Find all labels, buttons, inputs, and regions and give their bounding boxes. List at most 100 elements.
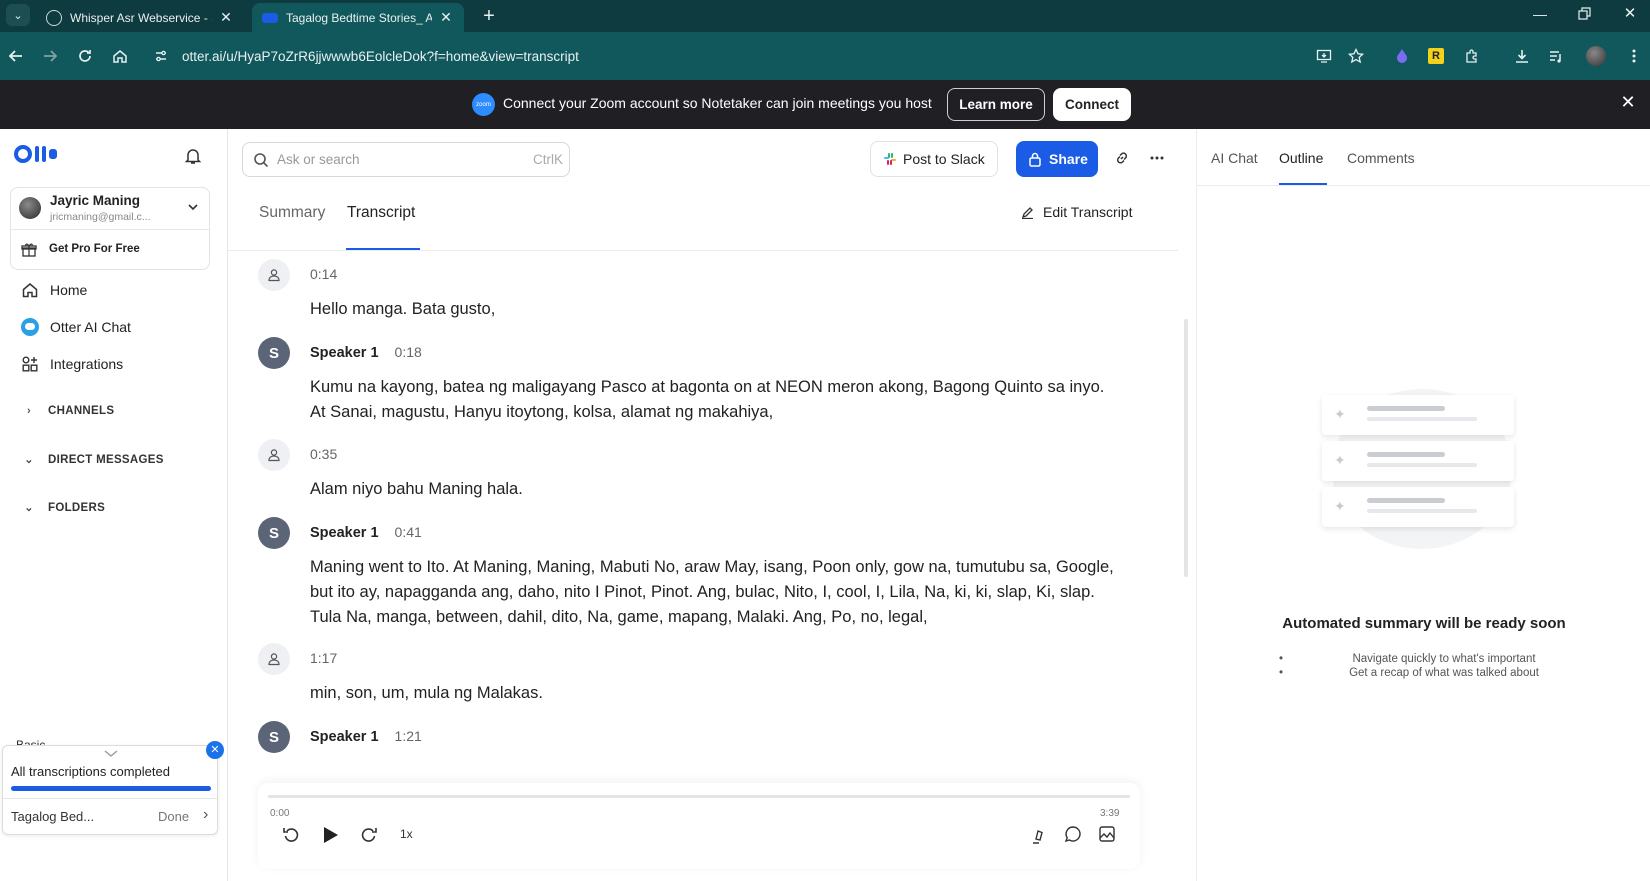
rewind-button[interactable] bbox=[282, 825, 302, 845]
empty-state-title: Automated summary will be ready soon bbox=[1282, 615, 1566, 632]
outline-placeholder-illustration: ✦ ✦ ✦ bbox=[1197, 129, 1650, 729]
chevron-down-icon: ⌄ bbox=[24, 502, 34, 514]
status-progress-bar bbox=[11, 786, 211, 791]
segment-text[interactable]: Maning went to Ito. At Maning, Maning, M… bbox=[310, 555, 1120, 630]
empty-state-bullets: • Navigate quickly to what's important • G… bbox=[1279, 653, 1569, 679]
tab-summary[interactable]: Summary bbox=[259, 204, 325, 222]
search-placeholder: Ask or search bbox=[277, 152, 360, 167]
banner-text: Connect your Zoom account so Notetaker c… bbox=[503, 95, 932, 111]
close-tab-icon[interactable]: ✕ bbox=[438, 9, 454, 26]
arrow-left-icon bbox=[8, 50, 22, 62]
new-tab-button[interactable]: + bbox=[476, 3, 502, 29]
minimize-button[interactable]: — bbox=[1530, 6, 1550, 26]
chevron-down-icon: ⌄ bbox=[13, 9, 23, 22]
speaker-avatar: S bbox=[258, 337, 290, 369]
sidebar-section-channels[interactable]: › CHANNELS bbox=[22, 405, 114, 417]
segment-timestamp[interactable]: 1:17 bbox=[310, 650, 337, 666]
collapse-chevron-icon[interactable] bbox=[103, 749, 119, 759]
restore-button[interactable] bbox=[1578, 7, 1594, 21]
sidebar-section-folders[interactable]: ⌄ FOLDERS bbox=[22, 501, 105, 515]
site-info-icon[interactable] bbox=[154, 49, 168, 63]
playback-speed-button[interactable]: 1x bbox=[400, 827, 413, 841]
segment-timestamp[interactable]: 1:21 bbox=[395, 728, 422, 744]
user-email: jricmaning@gmail.c... bbox=[50, 211, 151, 223]
browser-menu-icon[interactable] bbox=[1622, 44, 1646, 68]
highlighter-icon bbox=[1033, 830, 1043, 844]
pencil-icon bbox=[1021, 206, 1034, 219]
extension-r-icon[interactable]: R bbox=[1424, 44, 1448, 68]
bookmark-star-icon[interactable] bbox=[1344, 44, 1368, 68]
post-to-slack-button[interactable]: Post to Slack bbox=[870, 141, 998, 177]
forward-skip-button[interactable] bbox=[358, 825, 378, 845]
segment-timestamp[interactable]: 0:18 bbox=[395, 344, 422, 360]
sidebar-item-integrations[interactable]: Integrations bbox=[20, 354, 123, 374]
current-time: 0:00 bbox=[270, 808, 290, 819]
more-options-icon[interactable] bbox=[1150, 156, 1164, 160]
unknown-speaker-icon bbox=[258, 439, 290, 471]
search-icon bbox=[253, 152, 269, 168]
segment-text[interactable]: Alam niyo bahu Maning hala. bbox=[310, 477, 1120, 502]
highlight-button[interactable] bbox=[1030, 825, 1048, 845]
browser-tab-title: Tagalog Bedtime Stories_ Alam bbox=[286, 10, 432, 25]
browser-tab-whisper[interactable]: Whisper Asr Webservice - Swag ✕ bbox=[36, 3, 244, 32]
sparkle-icon: ✦ bbox=[1334, 452, 1346, 468]
segment-text[interactable]: min, son, um, mula ng Malakas. bbox=[310, 681, 1120, 706]
speaker-name[interactable]: Speaker 1 bbox=[310, 525, 379, 541]
close-status-icon[interactable]: ✕ bbox=[206, 741, 224, 759]
search-shortcut: CtrlK bbox=[533, 152, 563, 167]
learn-more-button[interactable]: Learn more bbox=[947, 88, 1045, 121]
edit-transcript-button[interactable]: Edit Transcript bbox=[1021, 204, 1132, 220]
install-app-icon[interactable] bbox=[1312, 44, 1336, 68]
back-button[interactable] bbox=[4, 44, 28, 68]
right-panel: AI Chat Outline Comments ✦ ✦ ✦ Automated… bbox=[1196, 129, 1650, 881]
sidebar-section-direct-messages[interactable]: ⌄ DIRECT MESSAGES bbox=[22, 453, 164, 467]
bullet-item: • Navigate quickly to what's important bbox=[1279, 653, 1536, 665]
reload-button[interactable] bbox=[73, 44, 97, 68]
status-item-row[interactable]: Tagalog Bed... Done › bbox=[3, 799, 217, 835]
address-bar[interactable]: otter.ai/u/HyaP7oZrR6jjwwwb6EolcleDok?f=… bbox=[150, 40, 1310, 72]
segment-text[interactable]: Hello manga. Bata gusto, bbox=[310, 297, 1120, 322]
notifications-bell-icon[interactable] bbox=[184, 147, 202, 165]
sidebar-item-home[interactable]: Home bbox=[20, 280, 87, 300]
play-button[interactable] bbox=[320, 825, 340, 845]
downloads-icon[interactable] bbox=[1510, 44, 1534, 68]
search-input[interactable]: Ask or search CtrlK bbox=[242, 142, 570, 177]
segment-text[interactable]: Kumu na kayong, batea ng maligayang Pasc… bbox=[310, 375, 1120, 425]
section-label: DIRECT MESSAGES bbox=[48, 453, 164, 466]
speaker-name[interactable]: Speaker 1 bbox=[310, 729, 379, 745]
close-banner-icon[interactable]: ✕ bbox=[1618, 92, 1638, 112]
globe-icon bbox=[46, 9, 62, 26]
tab-transcript[interactable]: Transcript bbox=[347, 204, 415, 222]
insert-image-button[interactable] bbox=[1098, 825, 1116, 843]
comment-button[interactable] bbox=[1064, 825, 1082, 843]
status-title: All transcriptions completed bbox=[11, 764, 170, 779]
otter-favicon-icon bbox=[262, 12, 278, 23]
home-button[interactable] bbox=[108, 44, 132, 68]
segment-timestamp[interactable]: 0:41 bbox=[395, 524, 422, 540]
media-control-icon[interactable] bbox=[1544, 44, 1568, 68]
transcript-scrollbar[interactable] bbox=[1184, 319, 1188, 577]
copy-link-icon[interactable] bbox=[1114, 150, 1130, 166]
audio-player: 0:00 3:39 1x bbox=[258, 783, 1140, 869]
unknown-speaker-icon bbox=[258, 259, 290, 291]
account-switcher[interactable]: Jayric Maning jricmaning@gmail.c... bbox=[11, 188, 209, 230]
playback-track[interactable] bbox=[268, 795, 1130, 798]
connect-button[interactable]: Connect bbox=[1053, 88, 1131, 121]
share-button[interactable]: Share bbox=[1016, 141, 1098, 177]
forward-button[interactable] bbox=[38, 44, 62, 68]
segment-timestamp[interactable]: 0:35 bbox=[310, 446, 337, 462]
tab-search-button[interactable]: ⌄ bbox=[6, 4, 30, 26]
segment-timestamp[interactable]: 0:14 bbox=[310, 266, 337, 282]
close-window-button[interactable]: ✕ bbox=[1620, 4, 1640, 24]
extensions-puzzle-icon[interactable] bbox=[1460, 44, 1484, 68]
extension-flame-icon[interactable] bbox=[1390, 44, 1414, 68]
unknown-speaker-icon bbox=[258, 643, 290, 675]
sidebar-item-otter-ai-chat[interactable]: Otter AI Chat bbox=[20, 317, 131, 337]
get-pro-button[interactable]: Get Pro For Free bbox=[11, 230, 209, 270]
close-tab-icon[interactable]: ✕ bbox=[218, 9, 234, 26]
otter-logo[interactable] bbox=[14, 145, 57, 163]
browser-tab-bar: ⌄ Whisper Asr Webservice - Swag ✕ Tagalo… bbox=[0, 0, 1650, 32]
profile-avatar[interactable] bbox=[1584, 44, 1608, 68]
browser-tab-tagalog[interactable]: Tagalog Bedtime Stories_ Alam ✕ bbox=[252, 3, 464, 32]
speaker-name[interactable]: Speaker 1 bbox=[310, 345, 379, 361]
